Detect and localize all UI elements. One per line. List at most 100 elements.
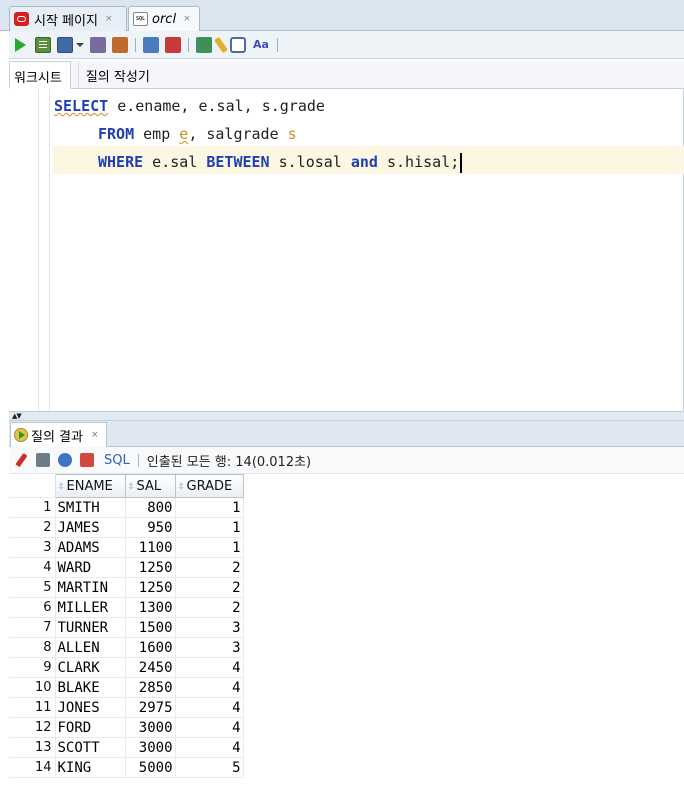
- row-number: 1: [9, 497, 56, 518]
- cell-sal[interactable]: 1300: [124, 597, 176, 618]
- cell-ename[interactable]: BLAKE: [54, 677, 126, 698]
- tab-query-builder[interactable]: 질의 작성기: [77, 61, 158, 88]
- cell-sal[interactable]: 2850: [124, 677, 176, 698]
- cell-sal[interactable]: 1250: [124, 577, 176, 598]
- fetch-status: 인출된 모든 행: 14(0.012초): [146, 454, 312, 470]
- sql-editor[interactable]: SELECT e.ename, e.sal, s.grade FROM emp …: [9, 89, 684, 411]
- cell-ename[interactable]: SMITH: [54, 497, 126, 518]
- column-header-label: GRADE: [186, 478, 233, 494]
- close-icon[interactable]: ×: [105, 14, 113, 24]
- tab-query-result[interactable]: 질의 결과 ×: [10, 422, 107, 447]
- cell-ename[interactable]: ADAMS: [54, 537, 126, 558]
- print-icon[interactable]: [36, 453, 50, 467]
- cell-grade[interactable]: 1: [174, 537, 244, 558]
- splitter-arrows-icon[interactable]: ▲▼: [12, 413, 22, 420]
- run-script-icon[interactable]: [35, 36, 51, 53]
- cell-ename[interactable]: MILLER: [54, 597, 126, 618]
- table-row[interactable]: 5 MARTIN 1250 2: [9, 577, 244, 598]
- column-header-grade[interactable]: ⇳GRADE: [174, 474, 244, 498]
- cell-ename[interactable]: MARTIN: [54, 577, 126, 598]
- cell-ename[interactable]: CLARK: [54, 657, 126, 678]
- row-number: 11: [9, 697, 56, 718]
- cell-ename[interactable]: TURNER: [54, 617, 126, 638]
- table-row[interactable]: 2 JAMES 950 1: [9, 517, 244, 538]
- cell-grade[interactable]: 4: [174, 717, 244, 738]
- table-row[interactable]: 6 MILLER 1300 2: [9, 597, 244, 618]
- tab-orcl-label: orcl: [152, 11, 177, 27]
- cell-sal[interactable]: 800: [124, 497, 176, 518]
- cell-grade[interactable]: 2: [174, 597, 244, 618]
- results-body: 1 SMITH 800 1 2 JAMES 950 1 3 ADAMS 1100 1 4 WARD 1250…: [9, 497, 244, 778]
- refresh-icon[interactable]: [58, 453, 72, 467]
- table-row[interactable]: 4 WARD 1250 2: [9, 557, 244, 578]
- cell-ename[interactable]: SCOTT: [54, 737, 126, 758]
- cell-sal[interactable]: 950: [124, 517, 176, 538]
- dropdown-icon[interactable]: [76, 42, 84, 47]
- tab-start-page[interactable]: 시작 페이지 ×: [9, 6, 127, 31]
- query-result-label: 질의 결과: [31, 429, 83, 445]
- cell-grade[interactable]: 5: [174, 757, 244, 778]
- cell-sal[interactable]: 1100: [124, 537, 176, 558]
- table-row[interactable]: 14 KING 5000 5: [9, 757, 244, 778]
- cell-sal[interactable]: 1250: [124, 557, 176, 578]
- cell-grade[interactable]: 3: [174, 617, 244, 638]
- cell-ename[interactable]: JONES: [54, 697, 126, 718]
- table-row[interactable]: 13 SCOTT 3000 4: [9, 737, 244, 758]
- table-row[interactable]: 7 TURNER 1500 3: [9, 617, 244, 638]
- cell-ename[interactable]: FORD: [54, 717, 126, 738]
- delete-icon[interactable]: [80, 453, 94, 467]
- sql-button[interactable]: SQL: [104, 453, 130, 468]
- table-row[interactable]: 9 CLARK 2450 4: [9, 657, 244, 678]
- close-icon[interactable]: ×: [91, 430, 99, 440]
- cell-grade[interactable]: 4: [174, 697, 244, 718]
- cell-grade[interactable]: 1: [174, 497, 244, 518]
- cell-ename[interactable]: WARD: [54, 557, 126, 578]
- code-line-2: FROM emp e, salgrade s: [98, 120, 297, 148]
- tab-orcl-worksheet[interactable]: SQL orcl ×: [128, 6, 200, 31]
- cell-grade[interactable]: 4: [174, 737, 244, 758]
- run-statement-icon[interactable]: [15, 37, 26, 52]
- sql-tuning-icon[interactable]: [196, 36, 212, 53]
- alias-s: s: [287, 125, 297, 143]
- column-header-ename[interactable]: ⇳ENAME: [54, 474, 126, 498]
- sql-history-icon[interactable]: [230, 36, 246, 53]
- table-row[interactable]: 3 ADAMS 1100 1: [9, 537, 244, 558]
- table-row[interactable]: 11 JONES 2975 4: [9, 697, 244, 718]
- tab-worksheet[interactable]: 워크시트: [9, 61, 71, 89]
- panel-splitter[interactable]: ▲▼: [9, 411, 684, 421]
- cell-grade[interactable]: 2: [174, 577, 244, 598]
- column-header-sal[interactable]: ⇳SAL: [124, 474, 176, 498]
- autotrace-icon[interactable]: [112, 36, 128, 53]
- explain-plan-icon[interactable]: [90, 36, 106, 53]
- pin-icon[interactable]: [15, 452, 28, 468]
- cell-grade[interactable]: 1: [174, 517, 244, 538]
- clear-icon[interactable]: [213, 36, 229, 53]
- fold-divider: [49, 89, 50, 411]
- commit-icon[interactable]: [57, 36, 73, 53]
- cell-sal[interactable]: 5000: [124, 757, 176, 778]
- cell-sal[interactable]: 2450: [124, 657, 176, 678]
- rollback-icon[interactable]: [143, 36, 159, 53]
- cell-ename[interactable]: KING: [54, 757, 126, 778]
- cell-sal[interactable]: 3000: [124, 737, 176, 758]
- cancel-icon[interactable]: [165, 36, 181, 53]
- keyword-between: BETWEEN: [206, 153, 270, 171]
- table-row[interactable]: 8 ALLEN 1600 3: [9, 637, 244, 658]
- cell-sal[interactable]: 1600: [124, 637, 176, 658]
- cell-sal[interactable]: 2975: [124, 697, 176, 718]
- cell-ename[interactable]: JAMES: [54, 517, 126, 538]
- cell-grade[interactable]: 4: [174, 677, 244, 698]
- table-row[interactable]: 1 SMITH 800 1: [9, 497, 244, 518]
- table-row[interactable]: 10 BLAKE 2850 4: [9, 677, 244, 698]
- close-icon[interactable]: ×: [183, 14, 191, 24]
- table-row[interactable]: 12 FORD 3000 4: [9, 717, 244, 738]
- cell-grade[interactable]: 4: [174, 657, 244, 678]
- cell-ename[interactable]: ALLEN: [54, 637, 126, 658]
- format-icon[interactable]: Aa: [252, 37, 270, 53]
- cell-grade[interactable]: 3: [174, 637, 244, 658]
- cell-grade[interactable]: 2: [174, 557, 244, 578]
- cell-sal[interactable]: 1500: [124, 617, 176, 638]
- select-list: e.ename, e.sal, s.grade: [108, 97, 325, 115]
- keyword-and: and: [350, 153, 378, 171]
- cell-sal[interactable]: 3000: [124, 717, 176, 738]
